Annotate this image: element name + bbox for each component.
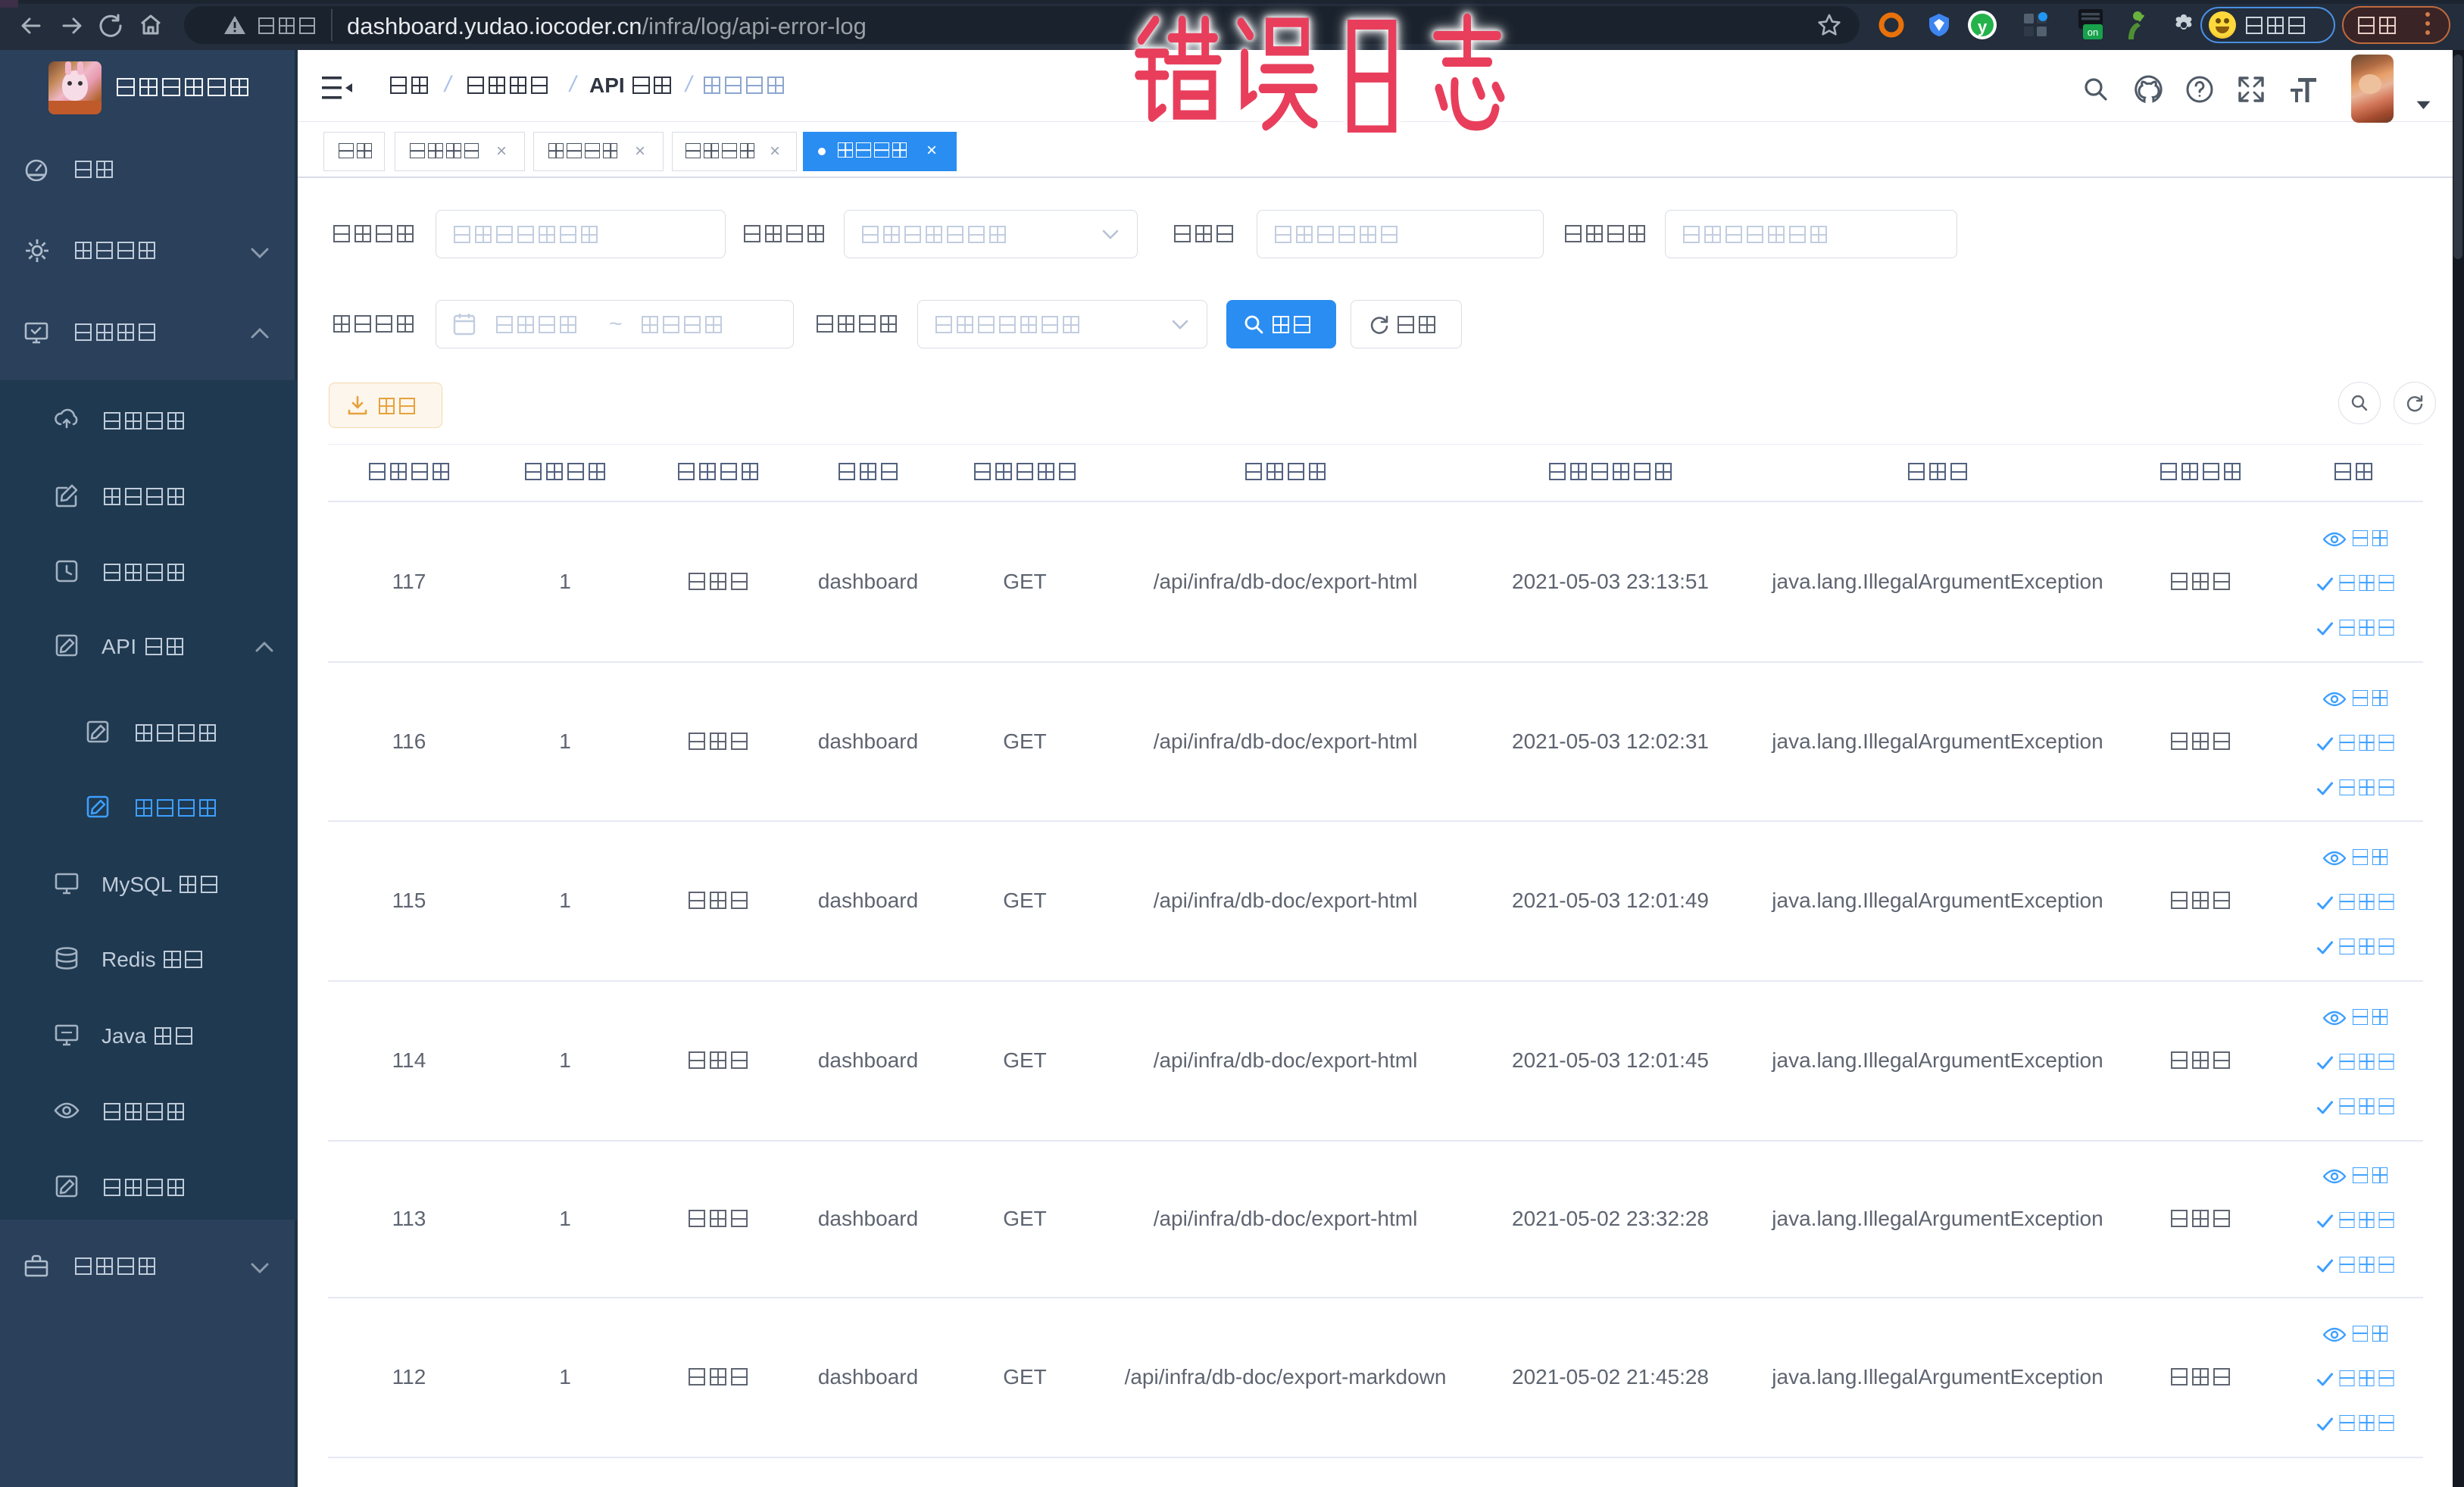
svg-text:on: on [2088,27,2098,38]
